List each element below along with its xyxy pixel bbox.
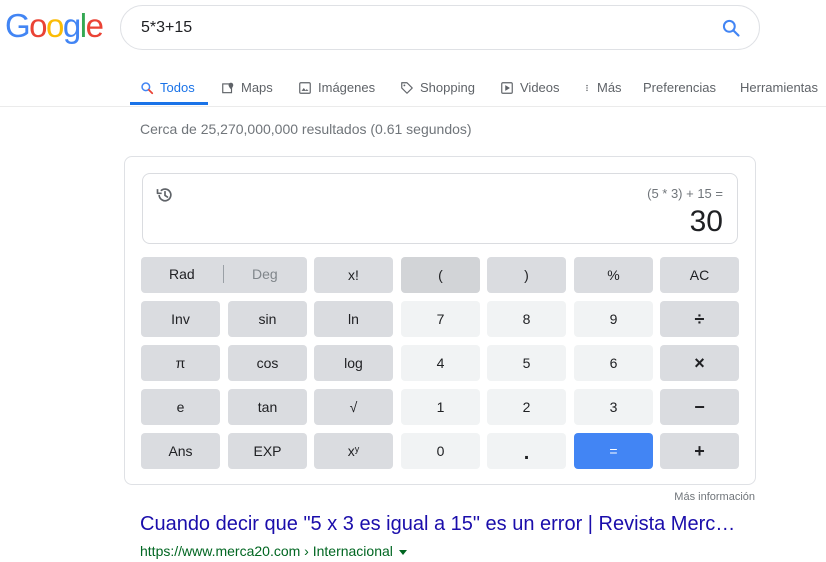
- search-results-page: Google Todos Maps: [0, 0, 826, 562]
- left-paren-button[interactable]: (: [401, 257, 480, 293]
- tab-shopping[interactable]: Shopping: [400, 66, 475, 107]
- cos-button[interactable]: cos: [228, 345, 307, 381]
- decimal-point-button[interactable]: .: [487, 433, 566, 469]
- tab-videos[interactable]: Videos: [500, 66, 560, 107]
- tab-label: Preferencias: [643, 80, 716, 95]
- multiply-button[interactable]: ×: [660, 345, 739, 381]
- calculator-result: 30: [689, 205, 723, 238]
- percent-button[interactable]: %: [574, 257, 653, 293]
- pi-button[interactable]: π: [141, 345, 220, 381]
- tag-icon: [401, 81, 413, 94]
- inverse-button[interactable]: Inv: [141, 301, 220, 337]
- minus-button[interactable]: −: [660, 389, 739, 425]
- play-icon: [501, 81, 513, 94]
- tab-mas[interactable]: Más: [583, 66, 622, 107]
- deg-button[interactable]: Deg: [252, 266, 278, 282]
- digit-6-button[interactable]: 6: [574, 345, 653, 381]
- search-input[interactable]: [141, 18, 701, 38]
- right-paren-button[interactable]: ): [487, 257, 566, 293]
- calculator-display: (5 * 3) + 15 = 30: [142, 173, 738, 244]
- power-base: x: [347, 443, 355, 459]
- plus-button[interactable]: +: [660, 433, 739, 469]
- e-button[interactable]: e: [141, 389, 220, 425]
- power-button[interactable]: xy: [314, 433, 393, 469]
- dropdown-caret-icon[interactable]: [398, 549, 407, 555]
- tab-label: Shopping: [420, 80, 475, 95]
- digit-5-button[interactable]: 5: [487, 345, 566, 381]
- search-icon[interactable]: [721, 18, 741, 38]
- tab-label: Todos: [160, 80, 195, 95]
- digit-2-button[interactable]: 2: [487, 389, 566, 425]
- digit-0-button[interactable]: 0: [401, 433, 480, 469]
- digit-4-button[interactable]: 4: [401, 345, 480, 381]
- equals-button[interactable]: =: [574, 433, 653, 469]
- image-icon: [299, 81, 311, 94]
- factorial-button[interactable]: x!: [314, 257, 393, 293]
- tab-todos[interactable]: Todos: [140, 66, 195, 107]
- ln-button[interactable]: ln: [314, 301, 393, 337]
- all-clear-button[interactable]: AC: [660, 257, 739, 293]
- result-stats: Cerca de 25,270,000,000 resultados (0.61…: [140, 121, 472, 137]
- search-icon: [141, 81, 154, 94]
- tab-label: Maps: [241, 80, 273, 95]
- tab-label: Imágenes: [318, 80, 376, 95]
- active-tab-indicator: [130, 102, 208, 105]
- log-button[interactable]: log: [314, 345, 393, 381]
- result-title-link[interactable]: Cuando decir que "5 x 3 es igual a 15" e…: [140, 513, 740, 536]
- rad-button[interactable]: Rad: [169, 266, 195, 282]
- rad-deg-toggle[interactable]: Rad Deg: [141, 257, 307, 293]
- more-info-link[interactable]: Más información: [674, 491, 755, 503]
- tan-button[interactable]: tan: [228, 389, 307, 425]
- tab-herramientas[interactable]: Herramientas: [740, 66, 818, 107]
- rad-deg-divider: [223, 265, 224, 283]
- tab-label: Más: [597, 80, 622, 95]
- tab-label: Herramientas: [740, 80, 819, 95]
- ans-button[interactable]: Ans: [141, 433, 220, 469]
- map-icon: [222, 82, 234, 93]
- sin-button[interactable]: sin: [228, 301, 307, 337]
- divide-button[interactable]: ÷: [660, 301, 739, 337]
- digit-9-button[interactable]: 9: [574, 301, 653, 337]
- digit-3-button[interactable]: 3: [574, 389, 653, 425]
- calculator-expression: (5 * 3) + 15 =: [647, 186, 723, 201]
- digit-8-button[interactable]: 8: [487, 301, 566, 337]
- power-exponent: y: [354, 444, 360, 454]
- history-icon[interactable]: [155, 185, 175, 205]
- search-tabs: Todos Maps Imágenes Shopping Videos Más …: [0, 66, 826, 107]
- tab-imagenes[interactable]: Imágenes: [298, 66, 375, 107]
- google-logo[interactable]: Google: [5, 9, 104, 43]
- exp-button[interactable]: EXP: [228, 433, 307, 469]
- result-url-text: https://www.merca20.com › Internacional: [140, 543, 393, 559]
- tab-maps[interactable]: Maps: [221, 66, 273, 107]
- result-url[interactable]: https://www.merca20.com › Internacional: [140, 543, 407, 559]
- more-vertical-icon: [586, 84, 588, 91]
- sqrt-button[interactable]: √: [314, 389, 393, 425]
- digit-7-button[interactable]: 7: [401, 301, 480, 337]
- digit-1-button[interactable]: 1: [401, 389, 480, 425]
- tab-preferencias[interactable]: Preferencias: [643, 66, 716, 107]
- search-box: [120, 5, 760, 50]
- tab-label: Videos: [520, 80, 560, 95]
